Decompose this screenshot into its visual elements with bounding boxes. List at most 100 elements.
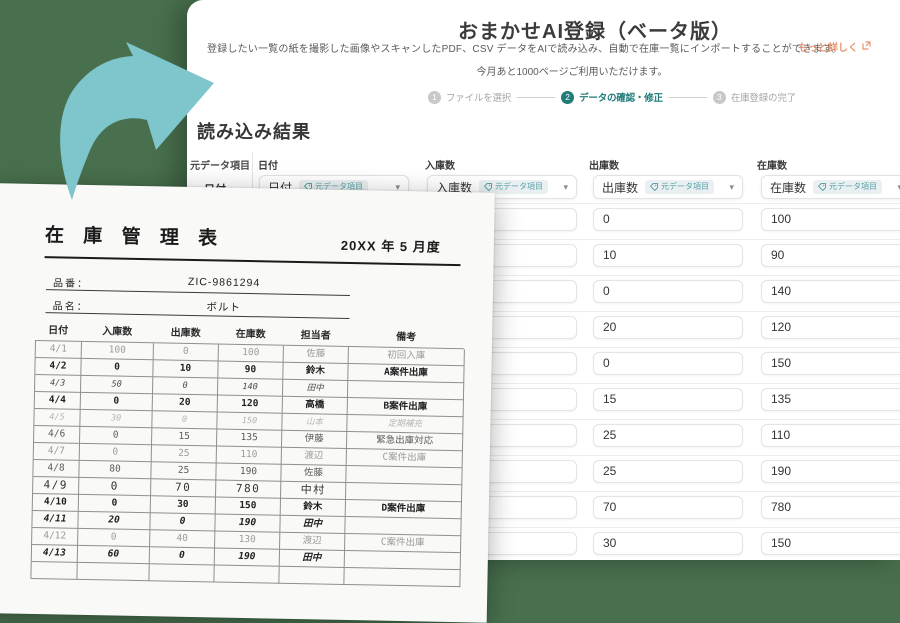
- cell-stock-input[interactable]: 120: [761, 316, 900, 339]
- source-field-chip: 元データ項目: [813, 180, 882, 194]
- cell: 100: [82, 342, 154, 360]
- header-stock: 在庫数: [218, 324, 283, 340]
- step-2-confirm-data: 2 データの確認・修正: [561, 90, 663, 104]
- learn-more-link[interactable]: もっと詳しく: [798, 39, 871, 54]
- part-no-value: ZIC-9861294: [159, 275, 289, 289]
- step-3-circle: 3: [713, 91, 726, 104]
- cell-stock-input[interactable]: 110: [761, 424, 900, 447]
- cell: 80: [79, 461, 151, 479]
- cell-stock-input[interactable]: 90: [761, 244, 900, 267]
- cell-stock-input[interactable]: 780: [761, 496, 900, 519]
- cell-out-input[interactable]: 25: [593, 424, 743, 447]
- cell-stock-input[interactable]: 135: [761, 388, 900, 411]
- cell: 140: [218, 378, 283, 396]
- cell: 0: [80, 444, 152, 462]
- cell-out-input[interactable]: 10: [593, 244, 743, 267]
- cell-stock-input[interactable]: 140: [761, 280, 900, 303]
- cell-out-input[interactable]: 30: [593, 532, 743, 555]
- cell: 0: [152, 411, 217, 429]
- cell: 4/4: [35, 392, 81, 410]
- cell: 渡辺: [280, 533, 345, 551]
- header-out: 出庫数: [153, 323, 218, 339]
- chevron-down-icon: ▾: [563, 182, 568, 193]
- cell: 4/8: [33, 460, 79, 478]
- cell-out-input[interactable]: 0: [593, 208, 743, 231]
- source-field-chip: 元データ項目: [645, 180, 714, 194]
- external-link-icon: [862, 41, 871, 53]
- cell-out-input[interactable]: 15: [593, 388, 743, 411]
- paper-period: 20XX 年 5 月度: [341, 235, 441, 256]
- selected-field: 在庫数: [770, 179, 806, 196]
- cell: 150: [216, 497, 281, 515]
- cell: 渡辺: [282, 448, 347, 466]
- page-description: 登録したい一覧の紙を撮影した画像やスキャンしたPDF、CSV データをAIで読み…: [207, 40, 842, 55]
- cell: 田中: [283, 380, 348, 398]
- cell: 120: [218, 395, 283, 413]
- cell-empty: [149, 564, 214, 582]
- cell: 4/6: [34, 426, 80, 444]
- cell: 20: [78, 512, 150, 530]
- cell: 4/7: [34, 443, 80, 461]
- step-3-label: 在庫登録の完了: [731, 90, 796, 104]
- cell: [345, 517, 461, 536]
- cell: 190: [215, 548, 280, 566]
- cell-out-input[interactable]: 70: [593, 496, 743, 519]
- cell: 50: [81, 376, 153, 394]
- screen: { "app": { "title": "おまかせAI登録（ベータ版）", "s…: [0, 0, 900, 560]
- cell: 4/11: [32, 511, 78, 529]
- cell: 佐藤: [284, 346, 349, 364]
- scanned-inventory-sheet: 在 庫 管 理 表 20XX 年 5 月度 品番： ZIC-9861294 品名…: [0, 183, 495, 623]
- cell-stock-input[interactable]: 150: [761, 532, 900, 555]
- cell: 田中: [280, 516, 345, 534]
- cell: 190: [216, 463, 281, 481]
- chevron-down-icon: ▾: [729, 182, 734, 193]
- part-no-label: 品番：: [53, 274, 89, 290]
- header-note: 備考: [348, 327, 464, 344]
- cell: 佐藤: [281, 465, 346, 483]
- cell-empty: [214, 565, 279, 583]
- learn-more-label: もっと詳しく: [798, 39, 858, 54]
- divider: [45, 256, 461, 266]
- cell-stock-input[interactable]: 190: [761, 460, 900, 483]
- cell: 0: [81, 359, 153, 377]
- mapping-dropdown-out[interactable]: 出庫数 元データ項目 ▾: [593, 175, 743, 199]
- cell-out-input[interactable]: 0: [593, 352, 743, 375]
- cell: 20: [153, 394, 218, 412]
- divider: [46, 289, 350, 296]
- cell-out-input[interactable]: 25: [593, 460, 743, 483]
- cell: D案件出庫: [346, 500, 462, 519]
- cell: 0: [78, 529, 150, 547]
- cell-stock-input[interactable]: 150: [761, 352, 900, 375]
- curved-arrow-graphic: [28, 30, 228, 210]
- cell-stock-input[interactable]: 100: [761, 208, 900, 231]
- cell: 0: [81, 393, 153, 411]
- cell-out-input[interactable]: 20: [593, 316, 743, 339]
- mapping-dropdown-stock[interactable]: 在庫数 元データ項目 ▾: [761, 175, 900, 199]
- cell: 110: [217, 446, 282, 464]
- cell: 0: [150, 513, 215, 531]
- cell: 4/12: [32, 528, 78, 546]
- paper-title: 在 庫 管 理 表: [45, 220, 225, 250]
- selected-field: 出庫数: [602, 179, 638, 196]
- cell: [346, 483, 462, 502]
- cell: 山本: [282, 414, 347, 432]
- cell: 70: [151, 479, 216, 497]
- cell: 0: [154, 343, 219, 361]
- column-header-date: 日付: [258, 157, 278, 172]
- cell: 780: [216, 480, 281, 498]
- step-1-select-file: 1 ファイルを選択: [428, 90, 511, 104]
- cell-out-input[interactable]: 0: [593, 280, 743, 303]
- cell: 初回入庫: [349, 347, 465, 366]
- cell: 4/10: [33, 494, 79, 512]
- cell: 4/13: [32, 545, 78, 563]
- cell: 鈴木: [283, 363, 348, 381]
- cell: 30: [80, 410, 152, 428]
- cell: 中村: [281, 482, 346, 500]
- cell: 30: [151, 496, 216, 514]
- header-date: 日付: [35, 321, 81, 337]
- step-connector: [517, 97, 555, 98]
- cell: 0: [153, 377, 218, 395]
- cell-empty: [77, 563, 149, 581]
- cell: 4/2: [35, 358, 81, 376]
- column-header-out: 出庫数: [589, 157, 619, 172]
